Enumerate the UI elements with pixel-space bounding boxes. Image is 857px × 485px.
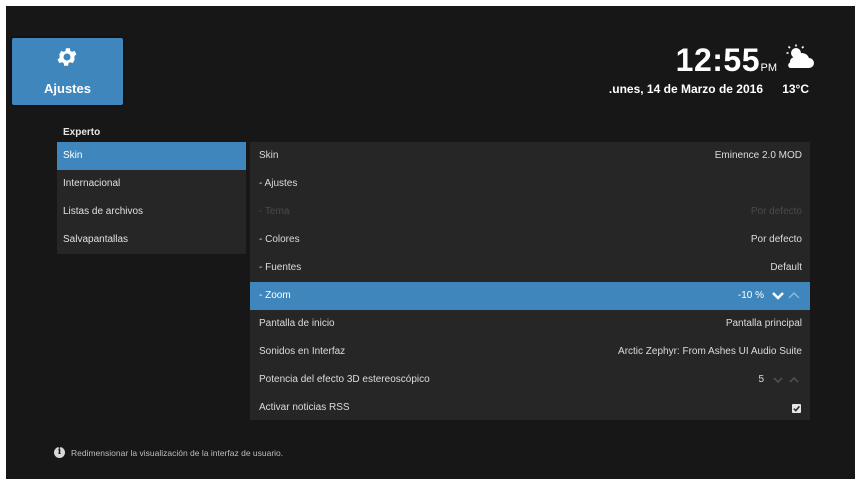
setting-row-tema: - Tema Por defecto bbox=[250, 198, 810, 226]
setting-row-zoom[interactable]: - Zoom -10 % bbox=[250, 282, 810, 310]
screen: Ajustes 12:55 PM .unes, 14 de Marzo de 2… bbox=[6, 6, 855, 479]
setting-label: Skin bbox=[259, 150, 279, 161]
category-item-skin[interactable]: Skin bbox=[57, 142, 246, 170]
setting-label: - Tema bbox=[259, 206, 290, 217]
setting-value: Por defecto bbox=[750, 234, 802, 245]
setting-value: 5 bbox=[758, 374, 764, 385]
setting-value: Default bbox=[770, 262, 802, 273]
clock-time: 12:55 bbox=[675, 42, 760, 78]
setting-row-skin[interactable]: Skin Eminence 2.0 MOD bbox=[250, 142, 810, 170]
gear-icon bbox=[57, 48, 77, 66]
chevron-down-icon[interactable] bbox=[770, 282, 786, 310]
info-icon: i bbox=[54, 447, 65, 459]
setting-row-fuentes[interactable]: - Fuentes Default bbox=[250, 254, 810, 282]
clock-ampm: PM bbox=[760, 62, 778, 74]
setting-row-sonidos-en-interfaz[interactable]: Sonidos en Interfaz Arctic Zephyr: From … bbox=[250, 338, 810, 366]
info-text: Redimensionar la visualización de la int… bbox=[71, 447, 284, 458]
setting-label: Sonidos en Interfaz bbox=[259, 346, 346, 357]
setting-value: Eminence 2.0 MOD bbox=[714, 150, 802, 161]
setting-label: - Zoom bbox=[259, 290, 291, 301]
tile-title: Ajustes bbox=[44, 81, 91, 96]
chevron-up-icon[interactable] bbox=[786, 282, 802, 310]
setting-row-ajustes[interactable]: - Ajustes bbox=[250, 170, 810, 198]
category-item-internacional[interactable]: Internacional bbox=[57, 170, 246, 198]
setting-row-pantalla-de-inicio[interactable]: Pantalla de inicio Pantalla principal bbox=[250, 310, 810, 338]
setting-value: -10 % bbox=[737, 290, 764, 301]
setting-row-potencia-3d[interactable]: Potencia del efecto 3D estereoscópico 5 bbox=[250, 366, 810, 394]
partly-cloudy-icon bbox=[786, 44, 814, 68]
setting-value: Arctic Zephyr: From Ashes UI Audio Suite bbox=[618, 346, 802, 357]
settings-tile[interactable]: Ajustes bbox=[12, 38, 123, 105]
setting-label: - Colores bbox=[259, 234, 300, 245]
temperature-label: 13°C bbox=[782, 82, 809, 96]
setting-row-activar-rss[interactable]: Activar noticias RSS bbox=[250, 394, 810, 422]
date-label: .unes, 14 de Marzo de 2016 bbox=[608, 82, 763, 96]
setting-value: Pantalla principal bbox=[725, 318, 802, 329]
setting-label: Activar noticias RSS bbox=[259, 402, 350, 413]
category-list: Skin Internacional Listas de archivos Sa… bbox=[57, 142, 246, 254]
setting-row-colores[interactable]: - Colores Por defecto bbox=[250, 226, 810, 254]
setting-label: Pantalla de inicio bbox=[259, 318, 335, 329]
chevron-down-icon[interactable] bbox=[770, 366, 786, 394]
category-item-salvapantallas[interactable]: Salvapantallas bbox=[57, 226, 246, 254]
checkbox-checked-icon[interactable] bbox=[792, 404, 801, 413]
settings-panel: Skin Eminence 2.0 MOD - Ajustes - Tema P… bbox=[250, 142, 810, 420]
setting-label: Potencia del efecto 3D estereoscópico bbox=[259, 374, 430, 385]
section-title: Experto bbox=[63, 127, 101, 138]
category-item-listas-de-archivos[interactable]: Listas de archivos bbox=[57, 198, 246, 226]
info-bar: i Redimensionar la visualización de la in… bbox=[54, 447, 284, 459]
setting-label: - Fuentes bbox=[259, 262, 302, 273]
setting-label: - Ajustes bbox=[259, 178, 298, 189]
chevron-up-icon[interactable] bbox=[786, 366, 802, 394]
setting-value: Por defecto bbox=[750, 206, 802, 217]
